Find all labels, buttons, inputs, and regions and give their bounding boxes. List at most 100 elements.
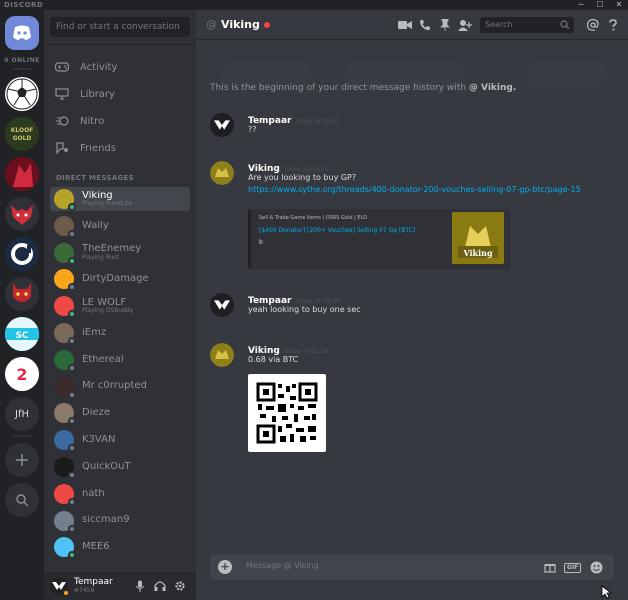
message-avatar[interactable] xyxy=(210,161,234,185)
embed-provider: Sell & Trade Game Items | OSRS Gold | EL… xyxy=(259,215,368,221)
dm-name: DirtyDamage xyxy=(82,274,149,285)
server-icon-kloofgold[interactable]: KLOOF GOLD xyxy=(5,117,39,151)
home-button[interactable] xyxy=(5,16,39,50)
upload-button[interactable]: + xyxy=(218,560,232,574)
dm-avatar xyxy=(54,483,76,506)
svg-text:2: 2 xyxy=(16,365,27,384)
message-avatar[interactable] xyxy=(210,293,234,317)
help-button[interactable] xyxy=(606,18,620,32)
headphones-icon xyxy=(154,581,166,591)
nav-nitro[interactable]: Nitro xyxy=(50,110,190,132)
find-conversation-input[interactable]: Find or start a conversation xyxy=(50,17,190,37)
server-icon-sc[interactable]: SC xyxy=(5,317,39,351)
dm-item[interactable]: Viking Playing RuneLite xyxy=(50,187,190,211)
server-rail: 0 ONLINE KLOOF GOLD SC 2 JfH xyxy=(0,10,44,600)
server-icon-two[interactable]: 2 xyxy=(5,357,39,391)
server-icon-fox[interactable] xyxy=(5,197,39,231)
dm-item[interactable]: K3VAN xyxy=(50,428,190,453)
status-dot xyxy=(68,524,76,533)
gamepad-icon xyxy=(54,59,70,75)
discord-logo-icon xyxy=(13,25,31,40)
mentions-button[interactable] xyxy=(586,18,600,32)
server-icon-text[interactable]: JfH xyxy=(5,397,39,431)
maximize-button[interactable]: ☐ xyxy=(591,0,609,10)
gif-button[interactable]: GIF xyxy=(564,560,582,574)
gift-button[interactable] xyxy=(544,560,556,574)
close-button[interactable]: ✕ xyxy=(610,0,628,10)
dm-beginning-text: This is the beginning of your direct mes… xyxy=(210,83,516,93)
svg-text:GOLD: GOLD xyxy=(13,135,32,142)
headphones-button[interactable] xyxy=(154,580,166,592)
dm-item[interactable]: MEE6 xyxy=(50,535,190,560)
pin-icon xyxy=(440,19,450,31)
pinned-messages-button[interactable] xyxy=(438,18,452,32)
gear-icon xyxy=(175,581,185,591)
status-dot xyxy=(68,256,76,265)
video-call-button[interactable] xyxy=(398,18,412,32)
server-icon-devil[interactable] xyxy=(5,277,39,311)
chat-search-placeholder: Search xyxy=(485,20,513,29)
phone-icon xyxy=(420,20,430,31)
nav-nitro-label: Nitro xyxy=(80,115,105,127)
server-icon-ring[interactable] xyxy=(5,237,39,271)
composer-placeholder: Message @ Viking xyxy=(246,561,319,570)
status-dot xyxy=(68,337,76,345)
user-avatar[interactable] xyxy=(50,577,70,597)
blurred-area xyxy=(526,60,606,90)
chat-search-input[interactable]: Search xyxy=(480,17,574,33)
server-icon-red-char[interactable] xyxy=(5,157,39,191)
add-user-icon xyxy=(458,20,472,31)
add-friend-dm-button[interactable] xyxy=(458,18,472,32)
dm-item[interactable]: LE WOLF Playing OSBuddy xyxy=(50,294,190,319)
minimize-button[interactable]: ─ xyxy=(572,0,590,10)
embed-thumbnail[interactable]: Viking xyxy=(452,212,504,264)
message-timestamp: Today at 05:59 xyxy=(283,348,329,355)
beginning-text: This is the beginning of your direct mes… xyxy=(210,83,467,93)
dm-item[interactable]: iEmz xyxy=(50,321,190,345)
user-panel: Tempaar #7459 xyxy=(44,572,196,600)
explore-button[interactable] xyxy=(5,483,39,517)
embed-description: b xyxy=(259,239,263,246)
embed-title[interactable]: [$400 Donator] [200+ Vouches] Selling 07… xyxy=(259,227,415,234)
dm-item[interactable]: Mr c0rrupted xyxy=(50,375,190,399)
dm-name: nath xyxy=(82,488,105,499)
dm-avatar xyxy=(54,296,76,319)
settings-button[interactable] xyxy=(174,580,186,592)
nav-library[interactable]: Library xyxy=(50,83,190,105)
emoji-button[interactable] xyxy=(590,560,603,574)
message-timestamp: Today at 05:53 xyxy=(283,166,329,173)
server-icon-ball[interactable] xyxy=(5,77,39,111)
message-link[interactable]: https://www.sythe.org/threads/400-donato… xyxy=(248,185,581,194)
dm-item[interactable]: TheEnemey Playing Rust xyxy=(50,241,190,265)
nav-activity-label: Activity xyxy=(80,61,118,73)
link-embed: Sell & Trade Game Items | OSRS Gold | EL… xyxy=(248,209,510,269)
user-status-dot xyxy=(62,589,70,597)
dm-activity: Playing RuneLite xyxy=(82,200,132,208)
dm-item[interactable]: siccman9 xyxy=(50,509,190,533)
channel-sidebar: Find or start a conversation Activity Li… xyxy=(44,10,196,600)
dm-name: siccman9 xyxy=(82,515,130,526)
add-server-button[interactable] xyxy=(5,443,39,477)
dm-item[interactable]: Wally xyxy=(50,214,190,238)
nav-activity[interactable]: Activity xyxy=(50,56,190,78)
dm-name: Ethereal xyxy=(82,354,124,365)
online-count: 0 ONLINE xyxy=(4,57,40,64)
nav-friends[interactable]: Friends xyxy=(50,137,190,159)
qr-code-image[interactable] xyxy=(248,374,326,452)
message-avatar[interactable] xyxy=(210,343,234,367)
channel-name: Viking xyxy=(221,18,260,31)
library-icon xyxy=(54,86,70,102)
dm-item[interactable]: Dieze xyxy=(50,401,190,426)
dm-avatar xyxy=(54,215,76,238)
dm-item[interactable]: DirtyDamage xyxy=(50,267,190,292)
voice-call-button[interactable] xyxy=(418,18,432,32)
dm-item[interactable]: nath xyxy=(50,482,190,506)
status-dot xyxy=(68,203,76,211)
plus-icon xyxy=(16,454,28,466)
emoji-icon xyxy=(590,561,603,573)
mic-button[interactable] xyxy=(134,580,146,592)
dm-item[interactable]: Ethereal xyxy=(50,348,190,372)
dm-item[interactable]: QuickOuT xyxy=(50,455,190,479)
message-composer[interactable]: + Message @ Viking GIF xyxy=(210,554,614,580)
message-avatar[interactable] xyxy=(210,113,234,137)
